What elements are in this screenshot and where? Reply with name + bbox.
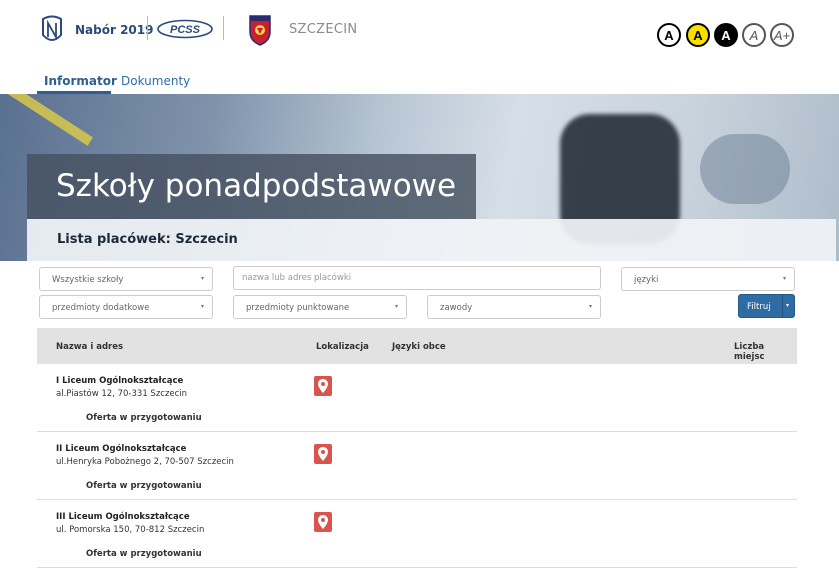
column-header-location[interactable]: Lokalizacja <box>316 342 369 352</box>
professions-select[interactable]: zawody ▾ <box>427 295 601 319</box>
city-name: SZCZECIN <box>289 22 358 37</box>
school-name[interactable]: I Liceum Ogólnokształcące <box>56 376 183 386</box>
languages-select-value: języki <box>634 275 659 285</box>
map-pin-icon[interactable] <box>314 444 332 464</box>
school-name[interactable]: III Liceum Ogólnokształcące <box>56 512 190 522</box>
offer-link[interactable]: Oferta w przygotowaniu <box>86 549 202 559</box>
nabor-logo-icon[interactable] <box>40 15 64 45</box>
school-type-select[interactable]: Wszystkie szkoły ▾ <box>39 267 213 291</box>
font-size-default-button[interactable]: A <box>742 23 766 47</box>
scored-subjects-select-value: przedmioty punktowane <box>246 303 350 313</box>
divider <box>147 16 148 40</box>
extra-subjects-select[interactable]: przedmioty dodatkowe ▾ <box>39 295 213 319</box>
contrast-yellow-button[interactable]: A <box>686 23 710 47</box>
header: Nabór 2019 PCSS SZCZECIN A A A A A+ <box>0 0 839 66</box>
page-subtitle: Lista placówek: Szczecin <box>57 232 238 247</box>
filter-button[interactable]: Filtruj ▾ <box>738 294 795 318</box>
column-header-languages[interactable]: Języki obce <box>392 342 446 352</box>
city-crest-icon <box>249 15 271 46</box>
table-header: Nazwa i adres Lokalizacja Języki obce Li… <box>37 328 797 364</box>
contrast-dark-button[interactable]: A <box>714 23 738 47</box>
chevron-down-icon[interactable]: ▾ <box>786 302 789 309</box>
brand-title: Nabór 2019 <box>75 23 154 37</box>
table-row[interactable]: II Liceum Ogólnokształcące ul.Henryka Po… <box>37 432 797 500</box>
scored-subjects-select[interactable]: przedmioty punktowane ▾ <box>233 295 407 319</box>
tab-informator[interactable]: Informator <box>44 74 117 88</box>
hero-title-panel: Szkoły ponadpodstawowe <box>27 154 476 219</box>
school-address: al.Piastów 12, 70-331 Szczecin <box>56 389 188 399</box>
hero-banner: Szkoły ponadpodstawowe Lista placówek: S… <box>0 94 839 261</box>
main-nav: Informator Dokumenty <box>0 66 839 94</box>
offer-link[interactable]: Oferta w przygotowaniu <box>86 481 202 491</box>
pcss-logo: PCSS <box>157 19 213 39</box>
chevron-down-icon: ▾ <box>588 303 592 310</box>
map-pin-icon[interactable] <box>314 376 332 396</box>
chevron-down-icon: ▾ <box>200 303 204 310</box>
chevron-down-icon: ▾ <box>394 303 398 310</box>
chevron-down-icon: ▾ <box>782 275 786 282</box>
search-input[interactable]: nazwa lub adres placówki <box>233 266 601 290</box>
offer-link[interactable]: Oferta w przygotowaniu <box>86 413 202 423</box>
filter-button-label: Filtruj <box>747 302 771 312</box>
hero-background-decoration <box>0 94 94 146</box>
extra-subjects-select-value: przedmioty dodatkowe <box>52 303 150 313</box>
school-address: ul.Henryka Pobożnego 2, 70-507 Szczecin <box>56 457 234 467</box>
page-title: Szkoły ponadpodstawowe <box>56 168 457 204</box>
chevron-down-icon: ▾ <box>200 275 204 282</box>
search-input-placeholder: nazwa lub adres placówki <box>242 273 352 283</box>
tab-dokumenty[interactable]: Dokumenty <box>121 74 190 88</box>
divider <box>223 16 224 40</box>
professions-select-value: zawody <box>440 303 473 313</box>
map-pin-icon[interactable] <box>314 512 332 532</box>
school-name[interactable]: II Liceum Ogólnokształcące <box>56 444 186 454</box>
button-divider <box>782 295 783 317</box>
contrast-default-button[interactable]: A <box>657 23 681 47</box>
table-row[interactable]: I Liceum Ogólnokształcące al.Piastów 12,… <box>37 364 797 432</box>
pcss-logo-text: PCSS <box>170 24 201 36</box>
hero-subtitle-panel: Lista placówek: Szczecin <box>27 219 836 261</box>
column-header-seats[interactable]: Liczba miejsc <box>734 342 797 362</box>
school-type-select-value: Wszystkie szkoły <box>52 275 124 285</box>
languages-select[interactable]: języki ▾ <box>621 267 795 291</box>
hero-background-decoration <box>700 134 790 204</box>
column-header-name[interactable]: Nazwa i adres <box>56 342 123 352</box>
font-size-increase-button[interactable]: A+ <box>770 23 794 47</box>
table-row[interactable]: III Liceum Ogólnokształcące ul. Pomorska… <box>37 500 797 568</box>
school-address: ul. Pomorska 150, 70-812 Szczecin <box>56 525 205 535</box>
